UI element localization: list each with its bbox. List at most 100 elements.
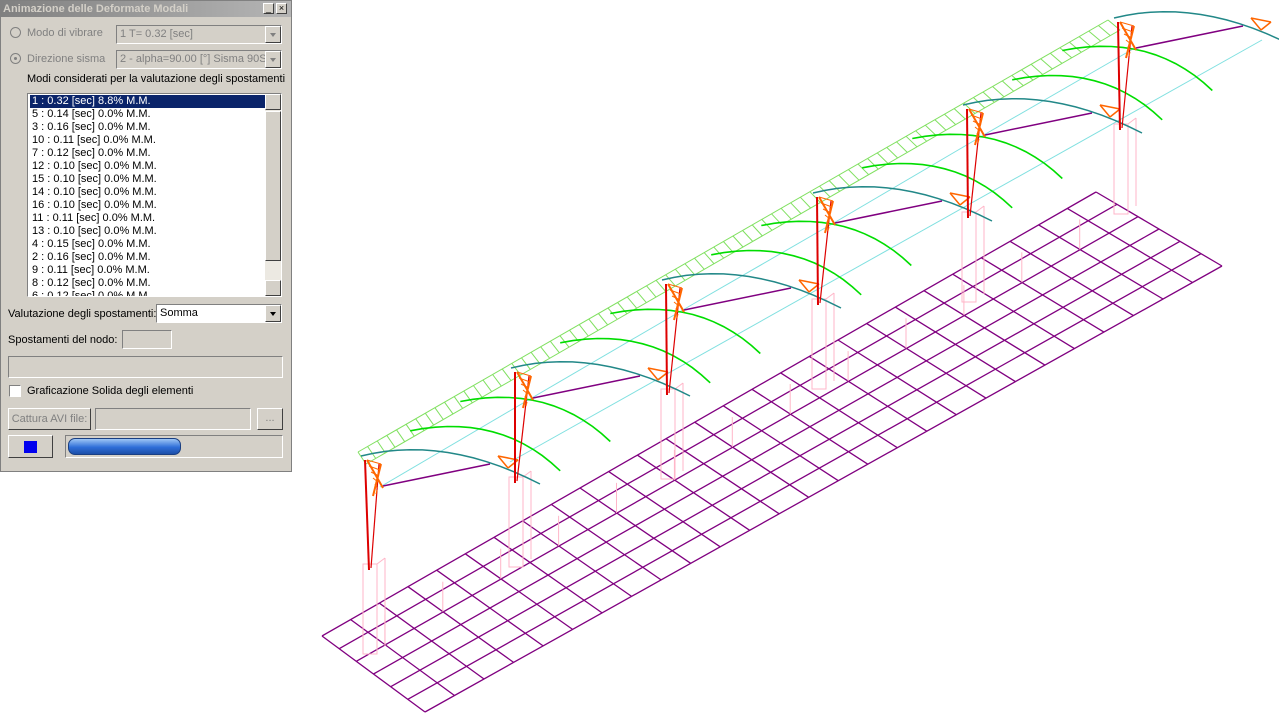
direction-radio-label: Direzione sisma: [27, 53, 106, 65]
lattice-rung: [511, 363, 522, 376]
lattice-rung: [1040, 58, 1053, 70]
evaluation-select-value: Somma: [160, 307, 198, 319]
modes-list-item[interactable]: 6 : 0.12 [sec] 0.0% M.M.: [30, 290, 268, 296]
foundation-grid: [321, 191, 1223, 713]
modes-list-item[interactable]: 7 : 0.12 [sec] 0.0% M.M.: [30, 147, 268, 160]
truss-member: [1109, 108, 1121, 118]
lattice-rung: [924, 124, 937, 137]
direction-select-value: 2 - alpha=90.00 [°] Sisma 90SL': [120, 53, 275, 65]
tip-brace: [680, 223, 833, 312]
modes-list[interactable]: 1 : 0.32 [sec] 8.8% M.M. 5 : 0.14 [sec] 0…: [27, 93, 282, 297]
modes-list-item[interactable]: 1 : 0.32 [sec] 8.8% M.M.: [30, 95, 268, 108]
roof-rib: [1062, 45, 1213, 92]
modes-list-item[interactable]: 4 : 0.15 [sec] 0.0% M.M.: [30, 238, 268, 251]
direction-select-arrow[interactable]: [265, 51, 281, 68]
minimize-button[interactable]: _: [263, 3, 274, 14]
lattice-rung: [434, 407, 444, 420]
tie-rod: [834, 200, 943, 224]
modes-list-item[interactable]: 5 : 0.14 [sec] 0.0% M.M.: [30, 108, 268, 121]
modes-list-item[interactable]: 11 : 0.11 [sec] 0.0% M.M.: [30, 212, 268, 225]
lattice-rung: [694, 257, 705, 270]
modes-list-item[interactable]: 8 : 0.12 [sec] 0.0% M.M.: [30, 277, 268, 290]
lattice-rung: [540, 346, 551, 359]
lattice-rung: [684, 263, 696, 276]
mode-radio[interactable]: [10, 27, 21, 38]
pier-edge: [674, 382, 684, 390]
dialog-titlebar: Animazione delle Deformate Modali: [1, 1, 291, 17]
modes-list-item[interactable]: 15 : 0.10 [sec] 0.0% M.M.: [30, 173, 268, 186]
lattice-rung: [549, 340, 560, 354]
scroll-thumb[interactable]: [265, 111, 281, 261]
evaluation-select[interactable]: Somma: [156, 304, 282, 323]
modes-list-scrollbar[interactable]: [265, 94, 281, 296]
solid-graphics-checkbox[interactable]: [9, 385, 21, 397]
roof-rib: [761, 220, 912, 267]
modes-list-item[interactable]: 14 : 0.10 [sec] 0.0% M.M.: [30, 186, 268, 199]
browse-avi-button[interactable]: ...: [257, 408, 283, 430]
truss-member: [507, 459, 519, 469]
tip-brace: [509, 39, 1263, 463]
scroll-down-button[interactable]: [265, 280, 281, 296]
animation-progress: [65, 435, 283, 458]
roof-rib: [711, 249, 862, 296]
evaluation-select-arrow[interactable]: [265, 305, 281, 322]
lattice-rung: [530, 351, 541, 365]
mode-select-arrow[interactable]: [265, 26, 281, 43]
mode-select[interactable]: 1 T= 0.32 [sec]: [116, 25, 282, 44]
direction-select[interactable]: 2 - alpha=90.00 [°] Sisma 90SL': [116, 50, 282, 69]
lattice-rung: [1098, 25, 1111, 36]
lattice-rung: [578, 324, 589, 337]
lattice-rung: [732, 235, 744, 248]
lattice-rung: [799, 196, 812, 209]
lattice-rung: [453, 396, 464, 409]
lattice-rung: [636, 291, 647, 303]
lattice-rung: [1049, 52, 1063, 64]
stop-button[interactable]: [8, 435, 53, 458]
lattice-rung: [896, 141, 908, 153]
lattice-rung: [598, 313, 609, 326]
modes-list-item[interactable]: 10 : 0.11 [sec] 0.0% M.M.: [30, 134, 268, 147]
lattice-rung: [742, 230, 754, 242]
tie-rod: [984, 112, 1093, 136]
avi-file-path-input[interactable]: [95, 408, 251, 430]
modes-list-item[interactable]: 13 : 0.10 [sec] 0.0% M.M.: [30, 225, 268, 238]
close-button[interactable]: ×: [276, 3, 287, 14]
modes-list-label: Modi considerati per la valutazione degl…: [27, 73, 286, 85]
foundation-pier: [811, 298, 827, 390]
modes-list-item[interactable]: 2 : 0.16 [sec] 0.0% M.M.: [30, 251, 268, 264]
lattice-rung: [838, 174, 850, 187]
node-displacement-field: [122, 330, 172, 349]
roof-rib: [560, 337, 711, 384]
lattice-rung: [780, 207, 792, 220]
arch-beam: [1113, 10, 1279, 40]
pier-edge: [376, 557, 386, 565]
lattice-rung: [809, 191, 821, 203]
lattice-rung: [751, 224, 763, 237]
direction-radio[interactable]: [10, 53, 21, 64]
grid-line: [355, 216, 1139, 662]
mode-radio-label: Modo di vibrare: [27, 27, 103, 39]
lattice-rung: [655, 279, 667, 292]
capture-avi-button[interactable]: Cattura AVI file:: [8, 408, 91, 430]
lattice-rung: [1001, 80, 1015, 92]
modes-list-item[interactable]: 3 : 0.16 [sec] 0.0% M.M.: [30, 121, 268, 134]
modes-list-item[interactable]: 9 : 0.11 [sec] 0.0% M.M.: [30, 264, 268, 277]
tie-rod: [532, 375, 641, 399]
lattice-rung: [386, 435, 396, 448]
tip-brace: [831, 135, 983, 225]
roof-rib: [410, 425, 561, 472]
grid-line: [373, 228, 1160, 675]
arch-beam: [510, 360, 691, 397]
roof-rib: [1012, 74, 1163, 121]
foundation-pier: [1113, 123, 1129, 215]
lattice-rung: [626, 296, 638, 309]
truss-member: [1260, 21, 1272, 31]
arch-beam: [812, 185, 993, 222]
lattice-rung: [953, 108, 966, 120]
scroll-up-button[interactable]: [265, 94, 281, 110]
lattice-rung: [501, 368, 512, 381]
modes-list-item[interactable]: 16 : 0.10 [sec] 0.0% M.M.: [30, 199, 268, 212]
solid-graphics-label: Graficazione Solida degli elementi: [27, 385, 194, 397]
modes-list-item[interactable]: 12 : 0.10 [sec] 0.0% M.M.: [30, 160, 268, 173]
node-displacement-label: Spostamenti del nodo:: [8, 334, 118, 346]
